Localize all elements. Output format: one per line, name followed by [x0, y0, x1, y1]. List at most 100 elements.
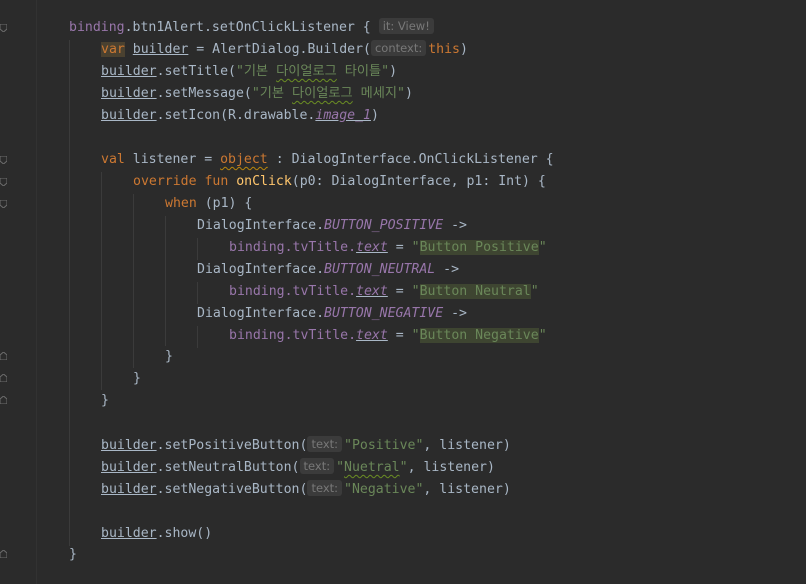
code-line: var builder = AlertDialog.Builder(contex… [101, 39, 468, 61]
code-token: 다이얼로그 [292, 86, 353, 101]
code-token: binding.tvTitle. [229, 284, 357, 299]
code-token: DialogInterface. [197, 262, 325, 277]
code-line: binding.tvTitle.text = "Button Neutral" [229, 281, 539, 303]
code-line: } [133, 368, 141, 390]
code-token: text [356, 328, 388, 343]
code-token: ) [370, 108, 379, 123]
inlay-hint: it: View! [378, 18, 434, 34]
code-line: builder.setIcon(R.drawable.image_1) [101, 105, 379, 127]
code-token: = [387, 328, 412, 343]
code-token: " [411, 284, 420, 299]
code-token: " [411, 328, 420, 343]
indent-guide [165, 216, 166, 346]
code-token: DialogInterface. [197, 306, 325, 321]
code-token: 타이틀" [336, 64, 390, 79]
indent-guide [133, 194, 134, 368]
code-token: " [538, 328, 547, 343]
code-token: listener = [124, 152, 221, 167]
code-token: setOnClickListener [211, 20, 355, 35]
code-token: ) [459, 42, 468, 57]
code-line: binding.btn1Alert.setOnClickListener { i… [69, 17, 436, 39]
code-token: } [165, 349, 173, 364]
code-token: onClick [236, 174, 292, 189]
code-token: " [336, 460, 345, 475]
code-token: , listener) [407, 460, 495, 475]
code-token: .setTitle( [156, 64, 236, 79]
code-token: 다이얼로그 [276, 64, 337, 79]
code-token: this [428, 42, 460, 57]
code-token: .setIcon(R.drawable. [156, 108, 316, 123]
indent-guide [101, 172, 102, 390]
code-token: " [530, 284, 539, 299]
code-token: = [387, 240, 412, 255]
code-token: } [101, 393, 109, 408]
code-line: binding.tvTitle.text = "Button Negative" [229, 325, 547, 347]
code-token: .show() [156, 526, 213, 541]
code-line: builder.show() [101, 523, 212, 545]
inlay-hint: context: [370, 40, 427, 56]
code-token: } [69, 547, 77, 562]
code-line: } [165, 346, 173, 368]
code-token: Nuetral [344, 460, 400, 475]
code-line: } [69, 544, 77, 566]
code-line: override fun onClick(p0: DialogInterface… [133, 171, 546, 193]
code-line: builder.setPositiveButton(text: "Positive… [101, 435, 511, 457]
code-token: binding [69, 20, 125, 35]
code-token: builder [132, 42, 189, 57]
code-token: binding.tvTitle. [229, 240, 357, 255]
code-token: builder [101, 438, 157, 453]
code-line: builder.setNeutralButton(text: "Nuetral",… [101, 457, 495, 479]
code-token: , listener) [423, 438, 511, 453]
code-token: object [220, 152, 268, 167]
code-token: " [538, 240, 547, 255]
code-token: .setNegativeButton( [156, 482, 308, 497]
code-token: image_1 [315, 108, 371, 123]
code-token: "Negative" [344, 482, 424, 497]
code-token: " [399, 460, 408, 475]
code-token: ) [404, 86, 413, 101]
code-token: DialogInterface. [197, 218, 325, 233]
code-token: } [133, 371, 141, 386]
code-token: when [165, 196, 197, 211]
code-line: binding.tvTitle.text = "Button Positive" [229, 237, 547, 259]
code-token: Button Neutral [419, 284, 531, 299]
code-token: binding.tvTitle. [229, 328, 357, 343]
code-token: builder [101, 460, 157, 475]
inlay-hint: text: [307, 480, 343, 496]
code-token: .btn1Alert. [124, 20, 212, 35]
code-token: { [354, 20, 371, 35]
code-token: " [411, 240, 420, 255]
indent-guide [197, 282, 198, 304]
indent-guide [197, 326, 198, 348]
code-token: "Positive" [344, 438, 424, 453]
code-token: 메세지" [352, 86, 405, 101]
code-token: -> [443, 306, 467, 321]
code-token: -> [443, 218, 467, 233]
code-token: builder [101, 108, 157, 123]
code-editor[interactable]: binding.btn1Alert.setOnClickListener { i… [0, 0, 806, 584]
code-token: builder [101, 526, 157, 541]
code-token: : DialogInterface.OnClickListener { [267, 152, 554, 167]
code-token: var [101, 42, 125, 57]
code-line: val listener = object : DialogInterface.… [101, 149, 554, 171]
code-token: .setPositiveButton( [156, 438, 308, 453]
code-token: Button Positive [419, 240, 539, 255]
code-token: "기본 [235, 64, 277, 79]
code-line: DialogInterface.BUTTON_POSITIVE -> [197, 215, 467, 237]
code-line: builder.setNegativeButton(text: "Negative… [101, 479, 511, 501]
code-line: builder.setTitle("기본 다이얼로그 타이틀") [101, 61, 397, 83]
code-token: val [101, 152, 125, 167]
code-token: text [356, 240, 388, 255]
indent-guide [197, 238, 198, 260]
code-token: ) [389, 64, 398, 79]
indent-guide [69, 40, 70, 546]
code-token: .setNeutralButton( [156, 460, 300, 475]
code-token: (p0: DialogInterface, p1: Int) { [291, 174, 546, 189]
code-token: override fun [133, 174, 237, 189]
code-line: } [101, 390, 109, 412]
code-token: (p1) { [196, 196, 253, 211]
code-token: text [356, 284, 388, 299]
code-line: DialogInterface.BUTTON_NEUTRAL -> [197, 259, 459, 281]
code-line: DialogInterface.BUTTON_NEGATIVE -> [197, 303, 467, 325]
inlay-hint: text: [307, 436, 343, 452]
